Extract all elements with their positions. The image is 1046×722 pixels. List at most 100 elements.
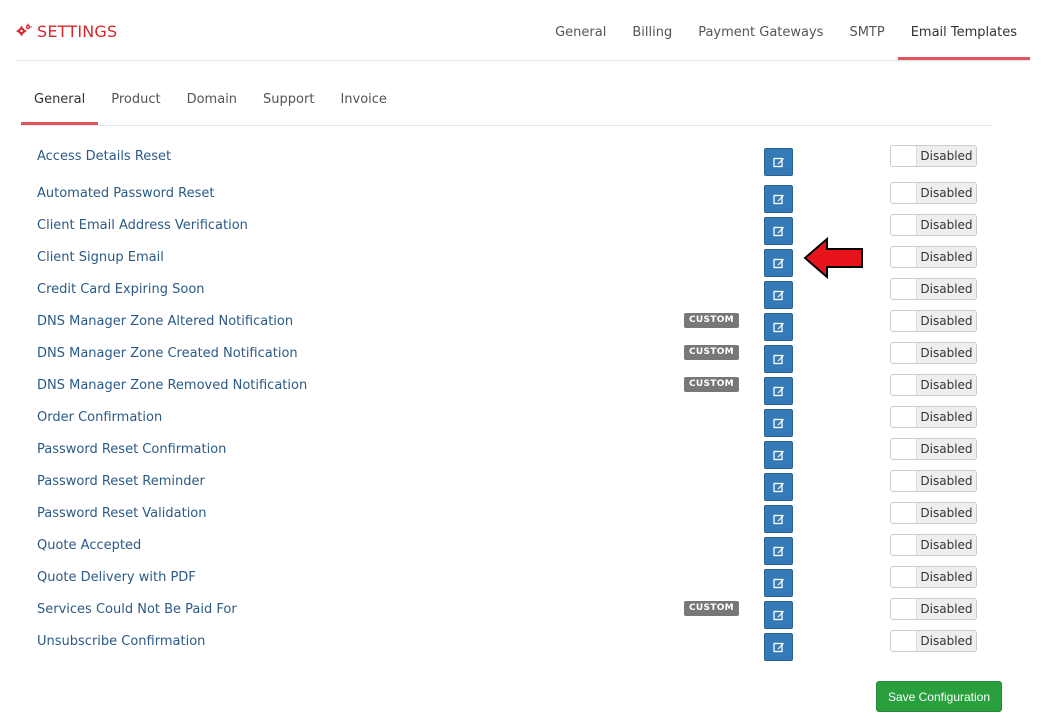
toggle-status-label: Disabled (917, 535, 976, 555)
template-name-link[interactable]: Quote Accepted (37, 538, 141, 553)
list-item: DNS Manager Zone Altered Notification CUS… (0, 308, 1046, 341)
template-name-link[interactable]: Order Confirmation (37, 410, 162, 425)
edit-icon (772, 481, 785, 493)
template-name-link[interactable]: Client Signup Email (37, 250, 164, 265)
edit-icon (772, 513, 785, 525)
status-toggle[interactable]: Disabled (890, 566, 977, 588)
toggle-status-label: Disabled (917, 146, 976, 166)
template-name-link[interactable]: Unsubscribe Confirmation (37, 634, 205, 649)
edit-template-button[interactable] (764, 633, 793, 661)
list-item: Access Details Reset Disabled (0, 143, 1046, 176)
edit-icon (772, 609, 785, 621)
status-toggle[interactable]: Disabled (890, 374, 977, 396)
edit-template-button[interactable] (764, 441, 793, 469)
edit-icon (772, 577, 785, 589)
toggle-status-label: Disabled (917, 375, 976, 395)
list-item: Password Reset Validation Disabled (0, 500, 1046, 533)
template-name-link[interactable]: Automated Password Reset (37, 186, 214, 201)
template-name-link[interactable]: DNS Manager Zone Removed Notification (37, 378, 307, 393)
gears-icon (16, 22, 37, 41)
top-tab-smtp[interactable]: SMTP (836, 0, 897, 60)
toggle-knob (891, 439, 917, 459)
status-toggle[interactable]: Disabled (890, 598, 977, 620)
list-item: Unsubscribe Confirmation Disabled (0, 628, 1046, 661)
red-arrow-icon (803, 236, 865, 284)
top-tabs: General Billing Payment Gateways SMTP Email … (542, 0, 1030, 60)
toggle-status-label: Disabled (917, 567, 976, 587)
status-toggle[interactable]: Disabled (890, 145, 977, 167)
sub-tab-invoice[interactable]: Invoice (327, 72, 399, 125)
status-toggle[interactable]: Disabled (890, 214, 977, 236)
save-configuration-button[interactable]: Save Configuration (876, 681, 1002, 712)
edit-template-button[interactable] (764, 217, 793, 245)
toggle-knob (891, 407, 917, 427)
toggle-status-label: Disabled (917, 343, 976, 363)
edit-icon (772, 449, 785, 461)
top-tab-payment-gateways[interactable]: Payment Gateways (685, 0, 836, 60)
toggle-status-label: Disabled (917, 599, 976, 619)
toggle-knob (891, 247, 917, 267)
template-name-link[interactable]: Credit Card Expiring Soon (37, 282, 205, 297)
toggle-knob (891, 375, 917, 395)
edit-template-button[interactable] (764, 345, 793, 373)
edit-icon (772, 545, 785, 557)
toggle-status-label: Disabled (917, 279, 976, 299)
top-tab-general[interactable]: General (542, 0, 619, 60)
edit-template-button[interactable] (764, 409, 793, 437)
list-item: Password Reset Reminder Disabled (0, 468, 1046, 501)
toggle-status-label: Disabled (917, 311, 976, 331)
toggle-knob (891, 343, 917, 363)
status-toggle[interactable]: Disabled (890, 342, 977, 364)
status-toggle[interactable]: Disabled (890, 182, 977, 204)
edit-template-button[interactable] (764, 185, 793, 213)
list-item: DNS Manager Zone Removed Notification CUS… (0, 372, 1046, 405)
edit-template-button[interactable] (764, 505, 793, 533)
template-name-link[interactable]: Password Reset Validation (37, 506, 207, 521)
list-item: Automated Password Reset Disabled (0, 180, 1046, 213)
template-name-link[interactable]: DNS Manager Zone Created Notification (37, 346, 298, 361)
toggle-knob (891, 183, 917, 203)
edit-template-button[interactable] (764, 537, 793, 565)
status-toggle[interactable]: Disabled (890, 438, 977, 460)
status-toggle[interactable]: Disabled (890, 278, 977, 300)
template-name-link[interactable]: Services Could Not Be Paid For (37, 602, 237, 617)
toggle-knob (891, 503, 917, 523)
status-toggle[interactable]: Disabled (890, 310, 977, 332)
edit-template-button[interactable] (764, 281, 793, 309)
toggle-status-label: Disabled (917, 407, 976, 427)
edit-template-button[interactable] (764, 249, 793, 277)
status-toggle[interactable]: Disabled (890, 534, 977, 556)
toggle-status-label: Disabled (917, 247, 976, 267)
edit-template-button[interactable] (764, 148, 793, 176)
edit-template-button[interactable] (764, 473, 793, 501)
toggle-knob (891, 471, 917, 491)
sub-tab-domain[interactable]: Domain (174, 72, 250, 125)
edit-icon (772, 289, 785, 301)
toggle-status-label: Disabled (917, 183, 976, 203)
edit-template-button[interactable] (764, 601, 793, 629)
edit-template-button[interactable] (764, 569, 793, 597)
sub-tab-general[interactable]: General (21, 72, 99, 125)
list-item: Services Could Not Be Paid For CUSTOM Disa… (0, 596, 1046, 629)
top-tab-email-templates[interactable]: Email Templates (897, 0, 1030, 60)
template-name-link[interactable]: DNS Manager Zone Altered Notification (37, 314, 293, 329)
top-tab-billing[interactable]: Billing (619, 0, 685, 60)
status-toggle[interactable]: Disabled (890, 502, 977, 524)
template-name-link[interactable]: Access Details Reset (37, 149, 171, 164)
template-name-link[interactable]: Quote Delivery with PDF (37, 570, 196, 585)
status-toggle[interactable]: Disabled (890, 630, 977, 652)
edit-template-button[interactable] (764, 313, 793, 341)
status-toggle[interactable]: Disabled (890, 406, 977, 428)
edit-icon (772, 353, 785, 365)
template-name-link[interactable]: Client Email Address Verification (37, 218, 248, 233)
edit-template-button[interactable] (764, 377, 793, 405)
sub-tabs: General Product Domain Support Invoice (21, 72, 992, 126)
sub-tab-product[interactable]: Product (98, 72, 173, 125)
toggle-status-label: Disabled (917, 215, 976, 235)
status-toggle[interactable]: Disabled (890, 470, 977, 492)
template-name-link[interactable]: Password Reset Confirmation (37, 442, 226, 457)
template-name-link[interactable]: Password Reset Reminder (37, 474, 205, 489)
sub-tab-support[interactable]: Support (250, 72, 327, 125)
toggle-knob (891, 535, 917, 555)
status-toggle[interactable]: Disabled (890, 246, 977, 268)
